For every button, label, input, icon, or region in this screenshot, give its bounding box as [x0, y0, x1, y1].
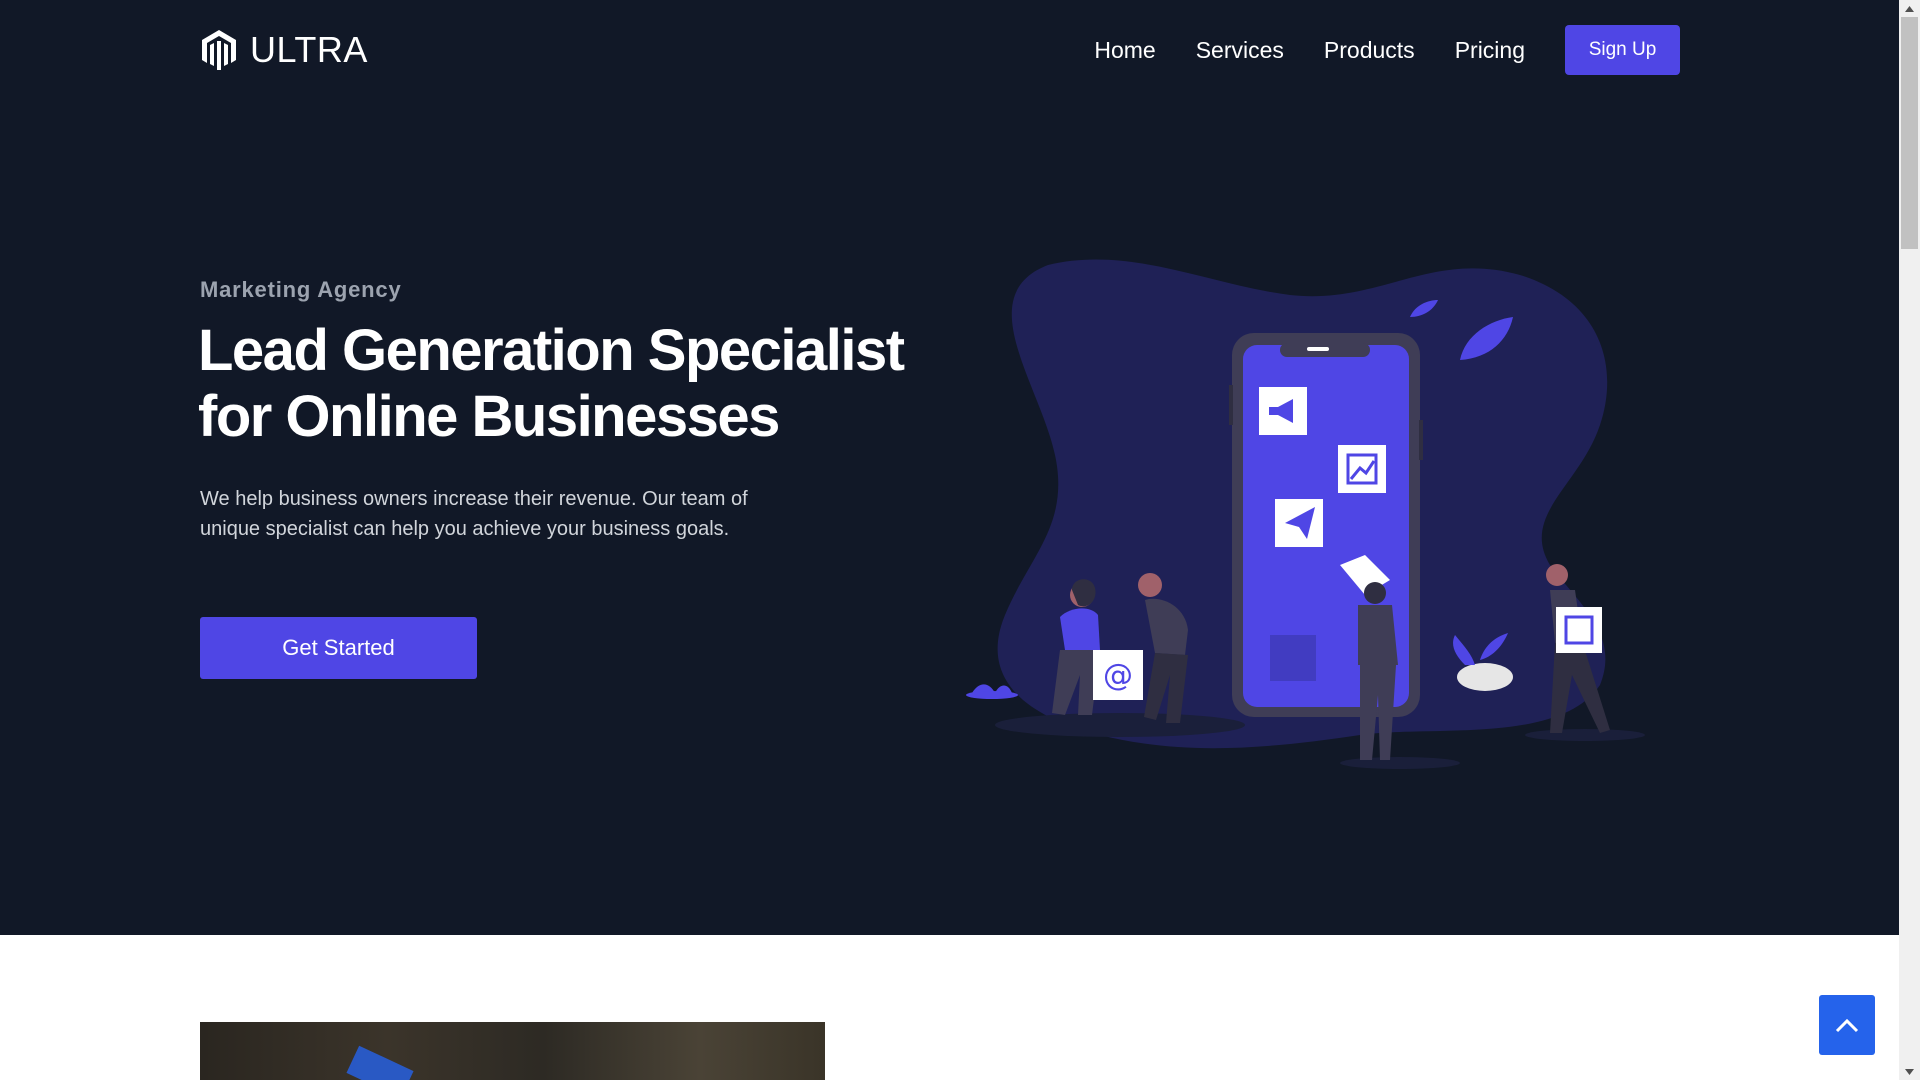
center-man-head: [1364, 582, 1386, 604]
ground-shadow-phone: [1340, 757, 1460, 769]
chevron-up-icon: [1835, 1018, 1859, 1033]
nav-link-home[interactable]: Home: [1094, 37, 1155, 64]
nav-link-pricing[interactable]: Pricing: [1455, 37, 1525, 64]
brand-logo[interactable]: ULTRA: [200, 29, 368, 71]
placeholder-tile: [1270, 635, 1316, 681]
scroll-down-arrow[interactable]: [1899, 1063, 1920, 1080]
rock: [1457, 663, 1513, 691]
headline-line-2: for Online Businesses: [198, 384, 780, 449]
building-tile: [1556, 607, 1602, 653]
page-scrollbar[interactable]: [1899, 0, 1920, 1080]
marketing-team-phone-illustration: @: [966, 259, 1645, 769]
at-icon: @: [1103, 658, 1133, 693]
scrollbar-thumb[interactable]: [1901, 17, 1918, 249]
hero-eyebrow: Marketing Agency: [200, 277, 402, 302]
triangle-up-icon: [1905, 5, 1914, 12]
hero-section: ULTRA Home Services Products Pricing Sig…: [0, 0, 1899, 935]
hero-headline: Lead Generation Specialist for Online Bu…: [198, 318, 918, 450]
center-man-body: [1358, 605, 1398, 665]
nav-link-products[interactable]: Products: [1324, 37, 1415, 64]
section-photo: [200, 1022, 825, 1080]
back-to-top-button[interactable]: [1819, 995, 1875, 1055]
brand-name: ULTRA: [250, 29, 368, 70]
navbar: ULTRA Home Services Products Pricing Sig…: [200, 25, 1680, 75]
woman-torso: [1060, 608, 1100, 650]
triangle-down-icon: [1905, 1068, 1914, 1075]
nav-links: Home Services Products Pricing Sign Up: [1094, 25, 1680, 75]
phone-side-button-right: [1419, 420, 1423, 460]
phone-speaker: [1307, 347, 1329, 351]
phone-side-button: [1229, 385, 1233, 425]
scroll-up-arrow[interactable]: [1899, 0, 1920, 17]
right-person-head: [1546, 564, 1568, 586]
headline-line-1: Lead Generation Specialist: [198, 318, 905, 383]
hero-description: We help business owners increase their r…: [200, 488, 748, 540]
get-started-button[interactable]: Get Started: [200, 617, 477, 679]
nav-link-services[interactable]: Services: [1196, 37, 1284, 64]
ground-shadow-left: [995, 713, 1245, 737]
photo-highlight: [346, 1045, 414, 1080]
man-head: [1138, 573, 1162, 597]
bush-base: [966, 691, 1018, 699]
magento-logo-icon: [202, 30, 236, 70]
ground-shadow-right: [1525, 729, 1645, 741]
page: ULTRA Home Services Products Pricing Sig…: [0, 0, 1899, 1080]
sign-up-button[interactable]: Sign Up: [1565, 25, 1680, 75]
